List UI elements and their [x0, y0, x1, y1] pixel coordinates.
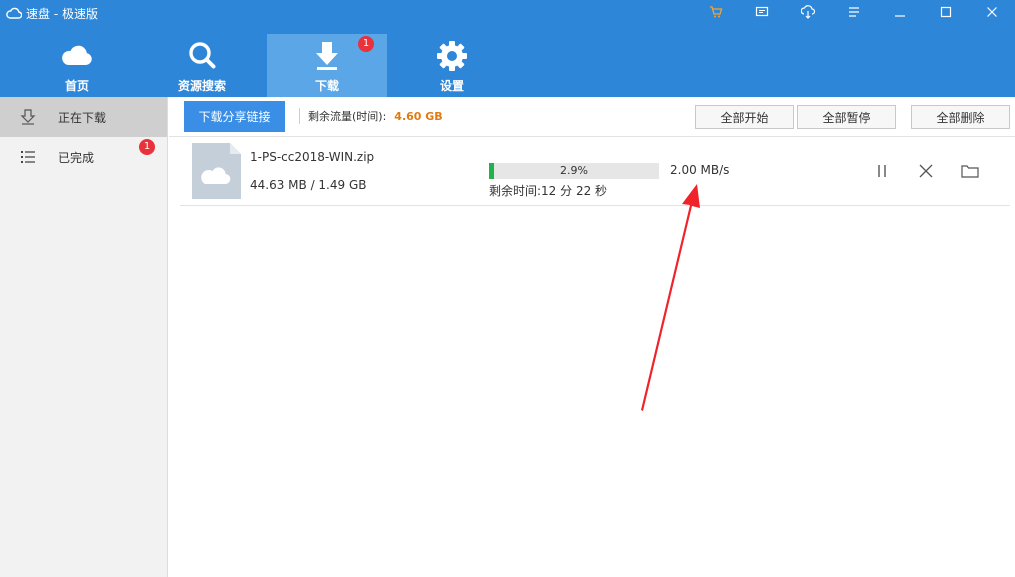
header-bar: 速盘 - 极速版 首页 资源搜索 下载 1 设置	[0, 0, 1015, 97]
toolbar: 下载分享链接 剩余流量(时间): 4.60 GB 全部开始 全部暂停 全部删除	[169, 97, 1015, 137]
completed-badge: 1	[139, 139, 155, 155]
tab-download-label: 下载	[314, 79, 339, 93]
delete-all-button[interactable]: 全部删除	[911, 105, 1010, 129]
message-icon[interactable]	[739, 0, 785, 24]
progress-bar: 2.9%	[489, 163, 659, 179]
folder-icon[interactable]	[960, 161, 980, 181]
download-speed: 2.00 MB/s	[670, 163, 730, 177]
tab-settings[interactable]: 设置	[392, 34, 512, 97]
menu-icon[interactable]	[831, 0, 877, 24]
sidebar-item-label: 正在下载	[58, 110, 107, 125]
sidebar-item-completed[interactable]: 已完成 1	[0, 137, 167, 177]
pause-all-button[interactable]: 全部暂停	[797, 105, 896, 129]
transfer-icon[interactable]	[785, 0, 831, 24]
list-icon	[19, 148, 37, 166]
start-all-button[interactable]: 全部开始	[695, 105, 794, 129]
remaining-traffic-value: 4.60 GB	[394, 109, 443, 123]
cart-icon[interactable]	[693, 0, 739, 24]
gear-icon	[437, 41, 467, 71]
tab-download[interactable]: 下载 1	[267, 34, 387, 97]
download-row[interactable]: 1-PS-cc2018-WIN.zip 44.63 MB / 1.49 GB 2…	[180, 137, 1010, 206]
tab-search[interactable]: 资源搜索	[142, 34, 262, 97]
download-badge: 1	[358, 36, 374, 52]
sidebar-item-label: 已完成	[58, 150, 95, 165]
maximize-icon[interactable]	[923, 0, 969, 24]
file-size: 44.63 MB / 1.49 GB	[250, 178, 367, 192]
progress-percent: 2.9%	[560, 164, 588, 177]
close-icon[interactable]	[969, 0, 1015, 24]
download-icon	[316, 42, 338, 70]
tab-settings-label: 设置	[439, 79, 464, 93]
tab-search-label: 资源搜索	[177, 79, 226, 93]
file-cloud-icon	[192, 143, 241, 199]
downloading-icon	[19, 108, 37, 126]
pause-icon[interactable]	[872, 161, 892, 181]
tab-home[interactable]: 首页	[17, 34, 137, 97]
minimize-icon[interactable]	[877, 0, 923, 24]
window-controls	[693, 0, 1015, 24]
remaining-traffic: 剩余流量(时间): 4.60 GB	[299, 108, 443, 124]
download-share-link-button[interactable]: 下载分享链接	[184, 101, 285, 132]
remaining-time: 剩余时间:12 分 22 秒	[489, 184, 608, 198]
sidebar-item-downloading[interactable]: 正在下载	[0, 97, 167, 137]
sidebar: 正在下载 已完成 1	[0, 97, 168, 577]
search-icon	[189, 42, 216, 69]
tab-home-label: 首页	[64, 79, 89, 93]
cloud-icon	[62, 45, 92, 65]
cloud-icon	[6, 7, 22, 19]
app-title-text: 速盘 - 极速版	[26, 6, 98, 21]
remaining-traffic-label: 剩余流量(时间):	[308, 110, 387, 123]
file-name: 1-PS-cc2018-WIN.zip	[250, 150, 375, 164]
app-title: 速盘 - 极速版	[6, 4, 98, 22]
cancel-icon[interactable]	[916, 161, 936, 181]
